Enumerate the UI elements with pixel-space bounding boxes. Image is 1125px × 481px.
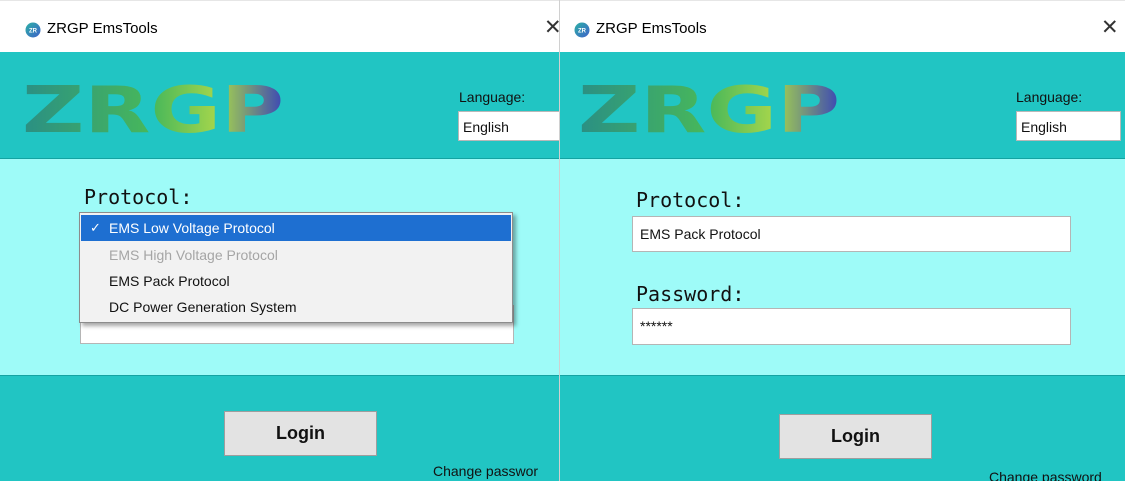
title-bar: ZR ZRGP EmsTools ✕ (0, 0, 565, 53)
option-dc-power-generation[interactable]: DC Power Generation System (81, 294, 511, 320)
change-password-link[interactable]: Change password (989, 469, 1102, 481)
option-label: EMS Pack Protocol (109, 273, 230, 289)
option-ems-low-voltage[interactable]: ✓ EMS Low Voltage Protocol (81, 215, 511, 241)
left-login-window: ZR ZRGP EmsTools ✕ ZRGP Language: Englis… (0, 0, 565, 481)
zrgp-logo: ZRGP (22, 80, 284, 136)
app-icon: ZR (25, 22, 41, 38)
zrgp-logo: ZRGP (578, 80, 840, 136)
option-ems-high-voltage: EMS High Voltage Protocol (81, 242, 511, 268)
option-label: EMS Low Voltage Protocol (109, 220, 275, 236)
svg-text:ZRGP: ZRGP (22, 80, 284, 136)
check-icon: ✓ (90, 220, 101, 235)
option-label: EMS High Voltage Protocol (109, 247, 278, 263)
option-ems-pack[interactable]: EMS Pack Protocol (81, 268, 511, 294)
option-label: DC Power Generation System (109, 299, 297, 315)
svg-text:ZR: ZR (29, 29, 38, 35)
language-label: Language: (1016, 89, 1083, 105)
app-icon: ZR (574, 22, 590, 38)
protocol-label: Protocol: (636, 188, 745, 212)
password-field[interactable]: ****** (632, 308, 1071, 345)
right-login-window: ZR ZRGP EmsTools ✕ ZRGP Language: Englis… (559, 0, 1125, 481)
window-title: ZRGP EmsTools (596, 20, 707, 37)
close-icon[interactable]: ✕ (1101, 15, 1119, 40)
svg-text:ZR: ZR (578, 29, 587, 35)
login-button[interactable]: Login (224, 411, 377, 456)
svg-text:ZRGP: ZRGP (578, 80, 840, 136)
change-password-link[interactable]: Change passwor (433, 463, 538, 479)
protocol-dropdown-list: ✓ EMS Low Voltage Protocol EMS High Volt… (79, 212, 513, 323)
window-title: ZRGP EmsTools (47, 20, 158, 37)
protocol-label: Protocol: (84, 185, 193, 209)
login-button[interactable]: Login (779, 414, 932, 459)
title-bar: ZR ZRGP EmsTools ✕ (560, 0, 1125, 53)
language-select[interactable]: English (458, 111, 565, 141)
protocol-select[interactable]: EMS Pack Protocol (632, 216, 1071, 252)
language-select[interactable]: English (1016, 111, 1121, 141)
password-label: Password: (636, 282, 745, 306)
language-label: Language: (459, 89, 526, 105)
